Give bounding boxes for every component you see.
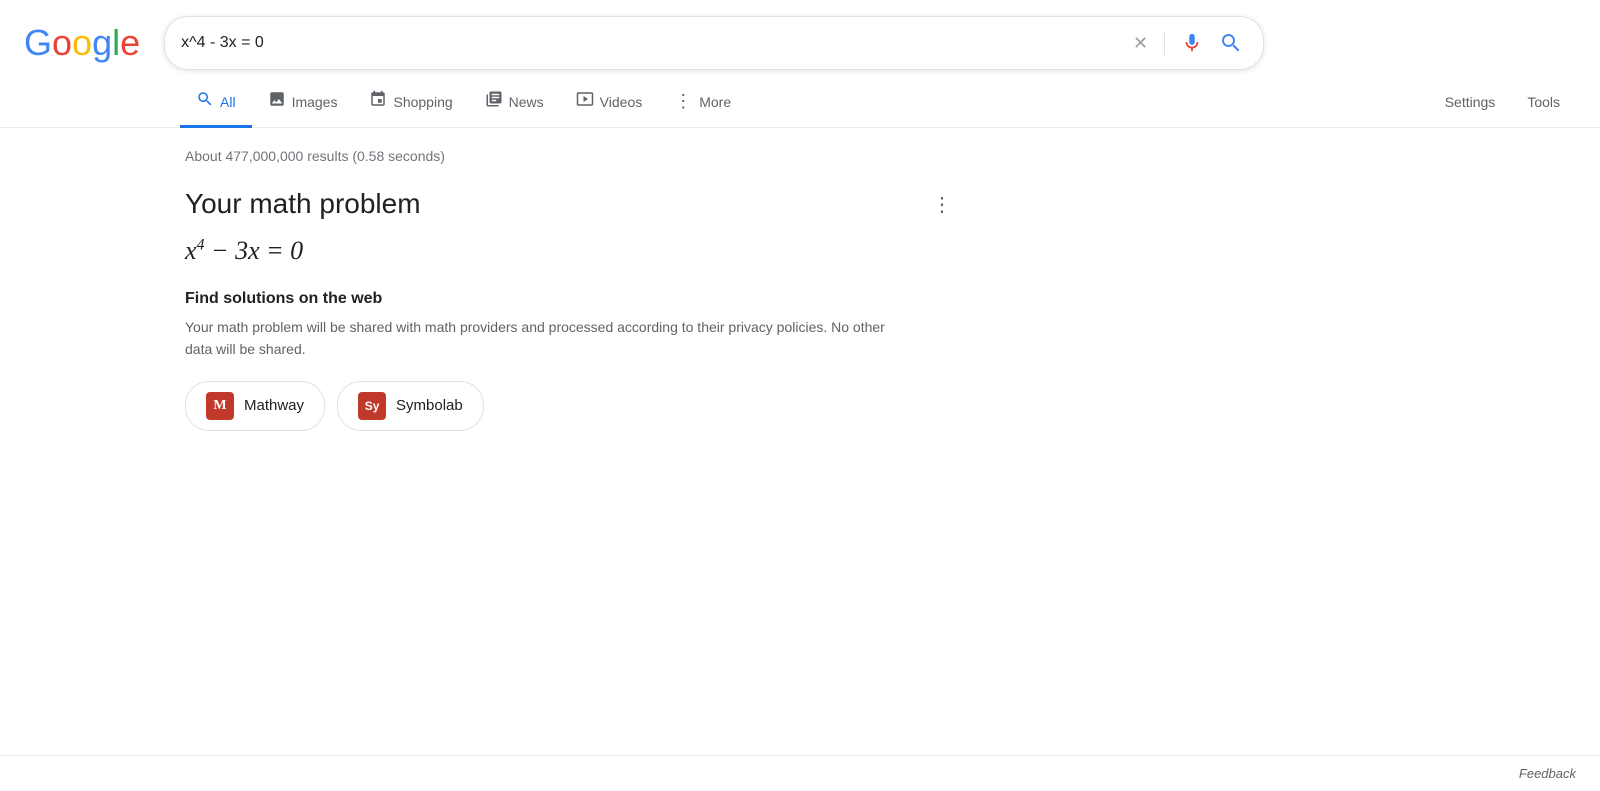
math-equation: x4 − 3x = 0 [185, 236, 900, 266]
tabs-bar: All Images Shopping News Videos ⋮ More S… [0, 78, 1600, 128]
tab-videos[interactable]: Videos [560, 78, 659, 128]
tab-more[interactable]: ⋮ More [658, 79, 747, 127]
tools-link[interactable]: Tools [1511, 82, 1576, 125]
tab-all-label: All [220, 94, 236, 110]
find-solutions-desc: Your math problem will be shared with ma… [185, 316, 900, 361]
voice-search-button[interactable] [1177, 28, 1207, 58]
mathway-logo: M [206, 392, 234, 420]
mathway-label: Mathway [244, 397, 304, 414]
tab-all[interactable]: All [180, 78, 252, 128]
shopping-icon [369, 90, 387, 113]
videos-icon [576, 90, 594, 113]
symbolab-button[interactable]: Sy Symbolab [337, 381, 484, 431]
all-search-icon [196, 90, 214, 113]
main-content: About 477,000,000 results (0.58 seconds)… [0, 128, 900, 431]
tab-videos-label: Videos [600, 94, 643, 110]
mic-icon [1181, 32, 1203, 54]
find-solutions-title: Find solutions on the web [185, 290, 900, 308]
header: Google ✕ [0, 0, 1600, 78]
settings-tools-group: Settings Tools [1429, 82, 1600, 124]
mathway-button[interactable]: M Mathway [185, 381, 325, 431]
images-icon [268, 90, 286, 113]
results-count: About 477,000,000 results (0.58 seconds) [185, 148, 900, 164]
tab-more-label: More [699, 94, 731, 110]
math-providers: M Mathway Sy Symbolab [185, 381, 900, 431]
search-button[interactable] [1215, 27, 1247, 59]
search-bar-wrapper: ✕ [164, 16, 1264, 70]
tab-news-label: News [509, 94, 544, 110]
clear-button[interactable]: ✕ [1129, 29, 1152, 58]
tab-images-label: Images [292, 94, 338, 110]
search-input-container: ✕ [164, 16, 1264, 70]
feedback-link[interactable]: Feedback [1519, 766, 1576, 781]
tab-news[interactable]: News [469, 78, 560, 128]
close-icon: ✕ [1133, 33, 1148, 54]
tab-shopping[interactable]: Shopping [353, 78, 468, 128]
news-icon [485, 90, 503, 113]
more-dots-icon: ⋮ [674, 91, 693, 112]
google-logo[interactable]: Google [24, 22, 140, 64]
footer-bar: Feedback [0, 755, 1600, 791]
search-icons: ✕ [1129, 27, 1247, 59]
symbolab-label: Symbolab [396, 397, 463, 414]
divider [1164, 31, 1165, 55]
tab-images[interactable]: Images [252, 78, 354, 128]
tab-shopping-label: Shopping [393, 94, 452, 110]
symbolab-logo: Sy [358, 392, 386, 420]
search-input[interactable] [181, 34, 1129, 52]
settings-link[interactable]: Settings [1429, 82, 1512, 125]
more-options-button[interactable]: ⋮ [924, 188, 960, 221]
search-icon [1219, 31, 1243, 55]
math-card: ⋮ Your math problem x4 − 3x = 0 Find sol… [185, 188, 900, 431]
math-card-title: Your math problem [185, 188, 900, 220]
